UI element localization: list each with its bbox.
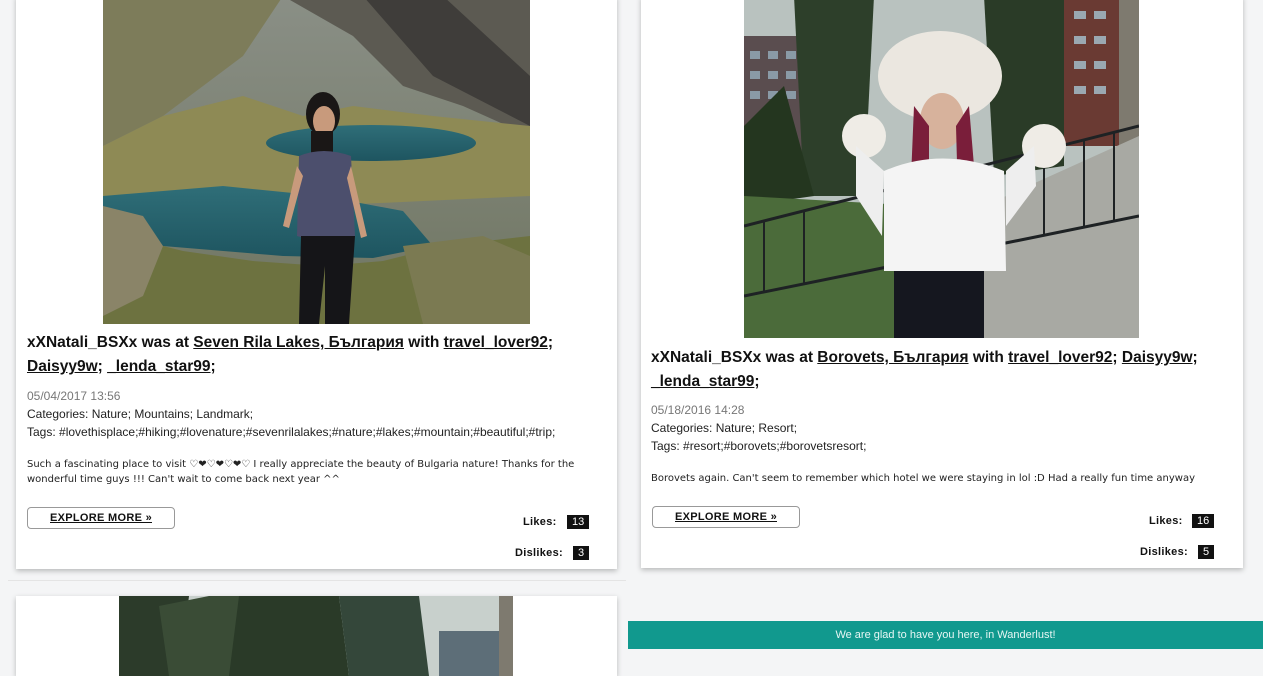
dislikes-count: 3 — [573, 546, 590, 560]
likes-label: Likes: — [1149, 515, 1183, 527]
location-link[interactable]: Borovets, България — [817, 349, 968, 366]
post-card — [16, 596, 617, 676]
companion-link[interactable]: Daisyy9w — [27, 358, 98, 375]
post-categories: Categories: Nature; Mountains; Landmark; — [27, 407, 254, 421]
divider — [8, 580, 626, 581]
resort-photo — [744, 0, 1139, 338]
post-photo[interactable] — [744, 0, 1139, 338]
post-description: Such a fascinating place to visit ♡❤♡❤♡❤… — [27, 459, 575, 485]
welcome-banner: We are glad to have you here, in Wanderl… — [628, 621, 1263, 649]
post-date: 05/04/2017 13:56 — [27, 389, 121, 403]
companion-link[interactable]: travel_lover92 — [444, 334, 548, 351]
explore-more-button[interactable]: EXPLORE MORE » — [652, 506, 800, 528]
companion-link[interactable]: Daisyy9w — [1122, 349, 1193, 366]
companion-link[interactable]: _lenda_star99 — [107, 358, 210, 375]
likes-label: Likes: — [523, 516, 557, 528]
dislikes-label: Dislikes: — [1140, 546, 1188, 558]
likes-count: 16 — [1192, 514, 1215, 528]
post-card: xXNatali_BSXx was at Borovets, България … — [641, 0, 1243, 568]
post-tags: Tags: #lovethisplace;#hiking;#lovenature… — [27, 425, 556, 439]
dislikes-label: Dislikes: — [515, 547, 563, 559]
dislikes-count: 5 — [1198, 545, 1215, 559]
likes-count: 13 — [567, 515, 590, 529]
post-card: xXNatali_BSXx was at Seven Rila Lakes, Б… — [16, 0, 617, 569]
post-description: Borovets again. Can't seem to remember w… — [651, 473, 1195, 484]
companion-link[interactable]: _lenda_star99 — [651, 373, 754, 390]
post-photo[interactable] — [119, 596, 513, 676]
post-date: 05/18/2016 14:28 — [651, 403, 745, 417]
post-username: xXNatali_BSXx — [651, 349, 762, 366]
post-photo[interactable] — [103, 0, 530, 324]
post-title: xXNatali_BSXx was at Seven Rila Lakes, Б… — [27, 334, 554, 375]
post-tags: Tags: #resort;#borovets;#borovetsresort; — [651, 439, 867, 453]
explore-more-button[interactable]: EXPLORE MORE » — [27, 507, 175, 529]
forest-photo — [119, 596, 513, 676]
companion-link[interactable]: travel_lover92 — [1008, 349, 1112, 366]
location-link[interactable]: Seven Rila Lakes, България — [193, 334, 404, 351]
post-title: xXNatali_BSXx was at Borovets, България … — [651, 349, 1198, 390]
post-categories: Categories: Nature; Resort; — [651, 421, 798, 435]
mountain-lake-photo — [103, 0, 530, 324]
post-username: xXNatali_BSXx — [27, 334, 138, 351]
